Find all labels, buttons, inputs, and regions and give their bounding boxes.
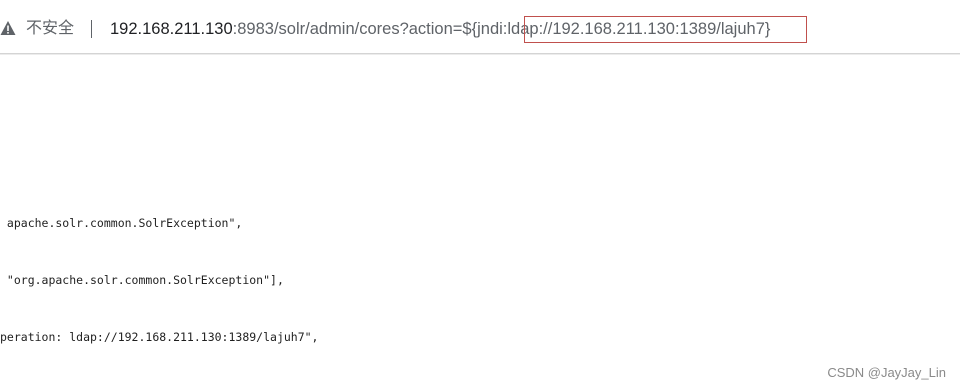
content-line: peration: ldap://192.168.211.130:1389/la… xyxy=(0,330,319,344)
warning-icon[interactable] xyxy=(0,20,16,36)
content-line: "org.apache.solr.common.SolrException"], xyxy=(0,273,284,287)
security-status-label[interactable]: 不安全 xyxy=(26,18,74,40)
page-content: apache.solr.common.SolrException", "org.… xyxy=(0,176,319,366)
watermark: CSDN @JayJay_Lin xyxy=(827,365,946,380)
url-highlight-box xyxy=(524,16,807,43)
address-divider xyxy=(91,20,92,38)
url-host: 192.168.211.130 xyxy=(110,20,233,38)
content-line: apache.solr.common.SolrException", xyxy=(0,216,243,230)
address-bar: 不安全 192.168.211.130:8983/solr/admin/core… xyxy=(0,0,960,54)
